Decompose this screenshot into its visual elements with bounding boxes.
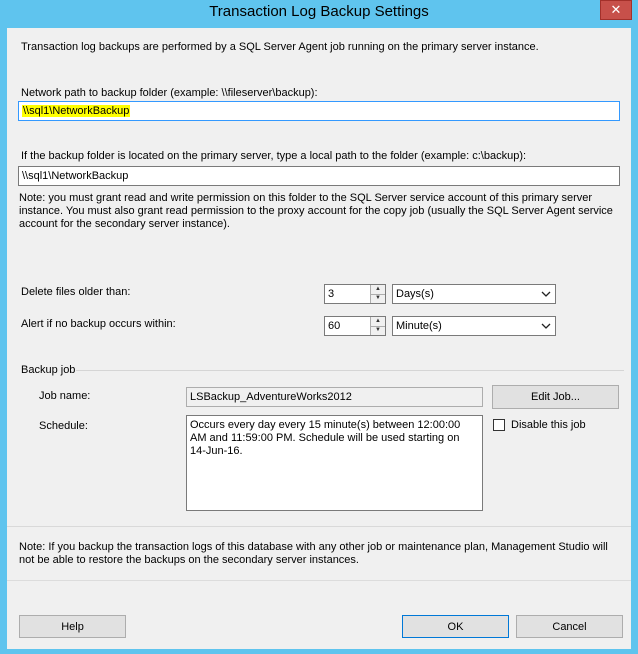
disable-job-label: Disable this job (511, 419, 586, 431)
network-path-value: \\sql1\NetworkBackup (22, 105, 131, 117)
dialog-window: Transaction Log Backup Settings ✕ Transa… (0, 0, 638, 654)
alert-label: Alert if no backup occurs within: (21, 318, 176, 330)
chevron-down-icon (541, 323, 551, 329)
permission-note: Note: you must grant read and write perm… (19, 192, 613, 230)
network-path-label: Network path to backup folder (example: … (21, 87, 318, 99)
window-title: Transaction Log Backup Settings (209, 3, 429, 20)
job-name-label: Job name: (39, 390, 91, 402)
alert-stepper[interactable]: 60 ▲ ▼ (324, 316, 386, 336)
network-path-input[interactable]: \\sql1\NetworkBackup (18, 101, 620, 121)
delete-files-label: Delete files older than: (21, 286, 131, 298)
spin-down-icon[interactable]: ▼ (371, 326, 385, 335)
cancel-button[interactable]: Cancel (516, 615, 623, 638)
intro-text: Transaction log backups are performed by… (21, 41, 539, 53)
disable-job-checkbox[interactable] (493, 419, 505, 431)
edit-job-button[interactable]: Edit Job... (492, 385, 619, 409)
backup-job-group-label: Backup job (21, 364, 76, 376)
job-name-field[interactable]: LSBackup_AdventureWorks2012 (186, 387, 483, 407)
schedule-textbox[interactable]: Occurs every day every 15 minute(s) betw… (186, 415, 483, 511)
alert-unit: Minute(s) (396, 320, 442, 332)
delete-files-spin-buttons[interactable]: ▲ ▼ (370, 285, 385, 303)
alert-value: 60 (328, 320, 341, 332)
delete-files-unit: Days(s) (396, 288, 434, 300)
job-name-value: LSBackup_AdventureWorks2012 (190, 391, 352, 403)
close-button[interactable]: ✕ (600, 0, 632, 20)
delete-files-unit-select[interactable]: Days(s) (392, 284, 556, 304)
schedule-label: Schedule: (39, 420, 88, 432)
local-path-value: \\sql1\NetworkBackup (22, 170, 129, 182)
title-bar: Transaction Log Backup Settings ✕ (0, 0, 638, 24)
spin-down-icon[interactable]: ▼ (371, 294, 385, 303)
alert-spin-buttons[interactable]: ▲ ▼ (370, 317, 385, 335)
alert-unit-select[interactable]: Minute(s) (392, 316, 556, 336)
help-button[interactable]: Help (19, 615, 126, 638)
ok-button[interactable]: OK (402, 615, 509, 638)
delete-files-value: 3 (328, 288, 335, 300)
local-path-label: If the backup folder is located on the p… (21, 150, 527, 162)
schedule-text: Occurs every day every 15 minute(s) betw… (190, 419, 461, 457)
button-bar: Help OK Cancel (7, 580, 631, 649)
local-path-input[interactable]: \\sql1\NetworkBackup (18, 166, 620, 186)
backup-job-group-line (76, 370, 624, 371)
delete-files-stepper[interactable]: 3 ▲ ▼ (324, 284, 386, 304)
chevron-down-icon (541, 291, 551, 297)
separator (7, 526, 631, 527)
dialog-body: Transaction log backups are performed by… (7, 28, 631, 649)
footer-note: Note: If you backup the transaction logs… (19, 541, 608, 566)
